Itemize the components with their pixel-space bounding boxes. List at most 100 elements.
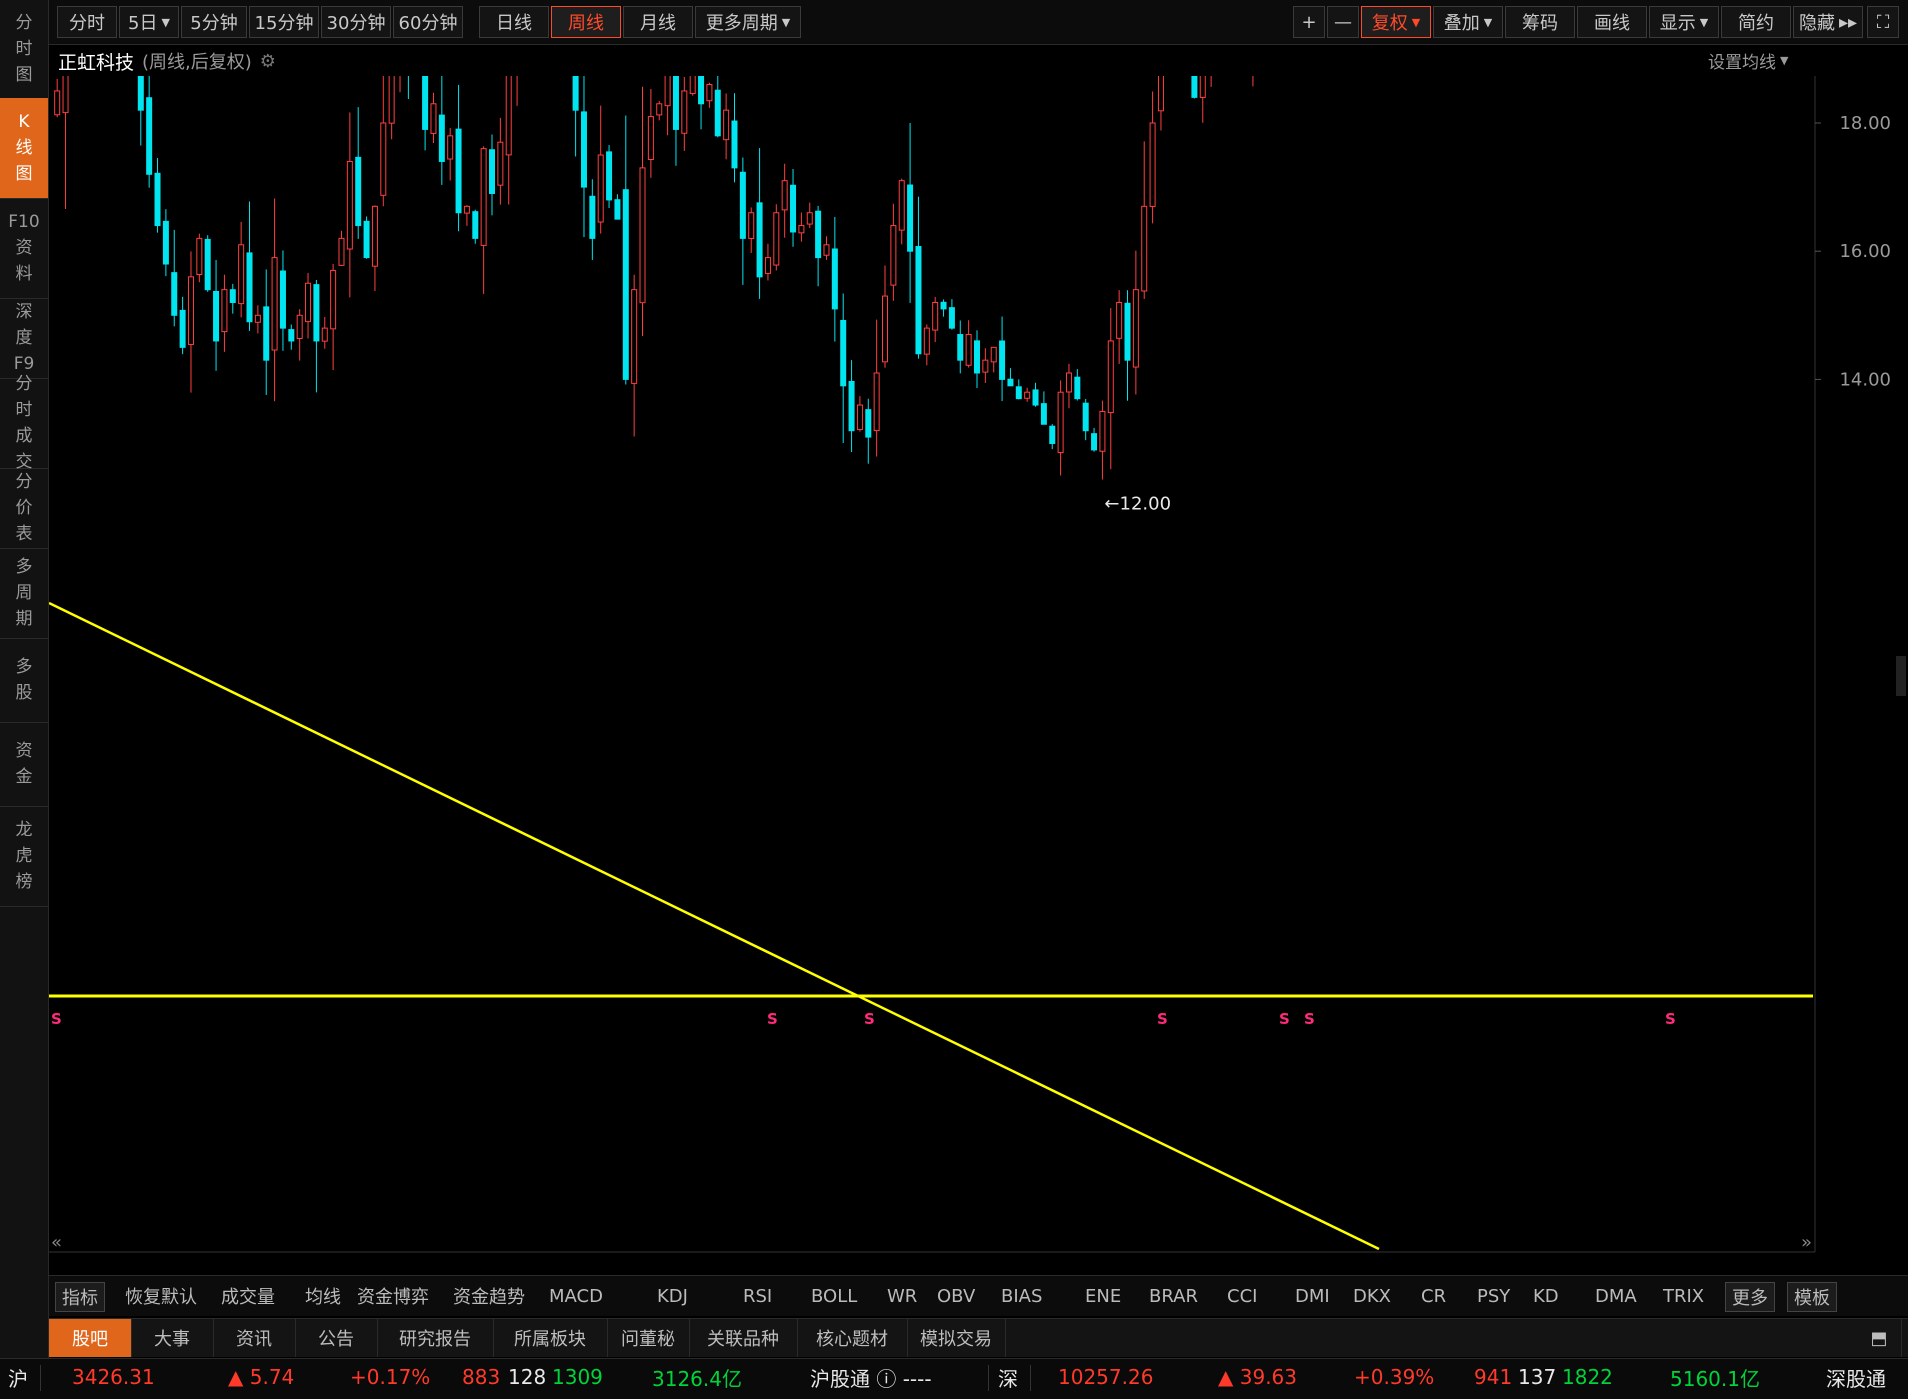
indicator-tab[interactable]: KD [1533,1282,1559,1310]
indicator-tab[interactable]: BIAS [1001,1282,1042,1310]
sidebar-item-0[interactable]: 分时图 [0,0,48,99]
indicator-tab-label: OBV [937,1285,976,1307]
scroll-right-icon[interactable]: » [1801,1232,1812,1253]
indicator-tab[interactable]: WR [887,1282,917,1310]
toolbar-button[interactable]: 画线 [1577,6,1647,38]
period-button[interactable]: 5日 ▼ [119,6,179,38]
toolbar-button[interactable]: 复权 ▼ [1361,6,1431,38]
indicator-tab-label: 均线 [305,1287,341,1308]
sidebar-item-label: 周 [15,583,33,603]
sidebar-item-8[interactable]: 资金 [0,722,48,807]
indicator-tab[interactable]: CR [1421,1282,1446,1310]
indicator-tab-label: 资金趋势 [453,1287,525,1308]
sidebar-item-7[interactable]: 多股 [0,638,48,723]
sidebar-item-2[interactable]: F10 资料 [0,198,48,299]
news-tab[interactable]: 关联品种 [689,1319,798,1357]
toolbar-button[interactable]: 隐藏 ▸▸ [1793,6,1863,38]
toolbar-button[interactable]: 简约 [1721,6,1791,38]
sidebar-item-9[interactable]: 龙虎榜 [0,806,48,907]
sidebar-item-label: 分 [15,13,33,33]
indicator-tab[interactable]: DKX [1353,1282,1391,1310]
candle-body [388,76,395,124]
indicator-tab[interactable]: 指标 [55,1282,105,1312]
period-button[interactable]: 5分钟 [181,6,247,38]
signal-marker[interactable]: S [1304,1010,1315,1028]
zoom-in-button[interactable]: + [1293,6,1325,38]
news-tab[interactable]: 所属板块 [493,1319,608,1357]
candle-body [606,151,613,201]
sh-connect[interactable]: 沪股通 ⓘ ---- [810,1359,932,1395]
indicator-tab[interactable]: PSY [1477,1282,1510,1310]
candle-body [187,276,194,345]
indicator-tab[interactable]: 均线 [305,1282,341,1310]
period-button[interactable]: 周线 [551,6,621,38]
sidebar-item-4[interactable]: 分时成交 [0,374,48,472]
news-tab[interactable]: 股吧 [49,1319,132,1357]
indicator-tab[interactable]: ENE [1085,1282,1121,1310]
fullscreen-icon[interactable]: ⛶ [1867,6,1899,38]
ma-setting-button[interactable]: 设置均线 ▼ [1708,48,1788,73]
news-tab[interactable]: 资讯 [213,1319,296,1357]
indicator-tab[interactable]: BOLL [811,1282,857,1310]
indicator-tab[interactable]: TRIX [1663,1282,1704,1310]
indicator-tab[interactable]: 成交量 [221,1282,275,1310]
sz-connect[interactable]: 深股通 [1826,1359,1886,1395]
sidebar-item-3[interactable]: 深度 F9 [0,298,48,379]
indicator-tab[interactable]: 资金博弈 [357,1282,429,1310]
candle-body [1149,122,1156,207]
indicator-tab[interactable]: RSI [743,1282,772,1310]
candle-body [1065,372,1072,393]
sidebar-item-6[interactable]: 多周期 [0,548,48,639]
indicator-tab[interactable]: 模板 [1787,1282,1837,1312]
period-button[interactable]: 月线 [623,6,693,38]
period-label: 日线 [496,13,532,34]
toolbar-button[interactable]: 筹码 [1505,6,1575,38]
news-tab[interactable]: 大事 [131,1319,214,1357]
news-tab[interactable]: 问董秘 [607,1319,690,1357]
indicator-tab-label: KD [1533,1285,1559,1307]
settings-gear-icon[interactable]: ⚙ [260,51,276,72]
period-button[interactable]: 60分钟 [393,6,463,38]
period-button[interactable]: 日线 [479,6,549,38]
indicator-tab[interactable]: DMA [1595,1282,1637,1310]
period-button[interactable]: 30分钟 [321,6,391,38]
toolbar-button[interactable]: 叠加 ▼ [1433,6,1503,38]
scroll-left-icon[interactable]: « [51,1232,62,1253]
indicator-tab[interactable]: CCI [1227,1282,1257,1310]
news-tab[interactable]: 研究报告 [377,1319,494,1357]
signal-marker[interactable]: S [1665,1010,1676,1028]
news-tab-label: 研究报告 [399,1329,471,1350]
side-collapse-handle[interactable] [1896,656,1906,696]
kline-chart[interactable]: 46.0044.0042.0040.0038.0036.0034.0032.00… [49,76,1908,1274]
indicator-tab[interactable]: 恢复默认 [125,1282,197,1310]
sidebar-item-5[interactable]: 分价表 [0,468,48,549]
indicator-tab[interactable]: MACD [549,1282,603,1310]
news-tab[interactable]: 模拟交易 [907,1319,1006,1357]
news-tab[interactable]: 核心题材 [797,1319,908,1357]
period-button[interactable]: 分时 [57,6,117,38]
stock-name[interactable]: 正虹科技 [58,48,134,75]
indicator-tab[interactable]: DMI [1295,1282,1330,1310]
indicator-tab[interactable]: 更多 [1725,1282,1775,1312]
period-button[interactable]: 更多周期 ▼ [695,6,801,38]
candle-body [246,252,253,323]
sidebar-item-1[interactable]: K线图 [0,98,48,199]
indicator-tab[interactable]: BRAR [1149,1282,1198,1310]
signal-marker[interactable]: S [767,1010,778,1028]
period-button[interactable]: 15分钟 [249,6,319,38]
indicator-tab[interactable]: 资金趋势 [453,1282,525,1310]
signal-marker[interactable]: S [1279,1010,1290,1028]
signal-marker[interactable]: S [864,1010,875,1028]
sidebar-item-label: 金 [15,767,33,787]
zoom-out-button[interactable]: — [1327,6,1359,38]
candle-body [831,248,838,310]
news-tab[interactable]: 公告 [295,1319,378,1357]
toolbar-button[interactable]: 显示 ▼ [1649,6,1719,38]
signal-marker[interactable]: S [1157,1010,1168,1028]
indicator-tab[interactable]: KDJ [657,1282,688,1310]
candle-body [948,307,955,329]
sidebar-item-label: 多 [15,657,33,677]
signal-marker[interactable]: S [51,1010,62,1028]
indicator-tab[interactable]: OBV [937,1282,975,1310]
expand-panel-icon[interactable]: ⬒ [1857,1319,1902,1357]
